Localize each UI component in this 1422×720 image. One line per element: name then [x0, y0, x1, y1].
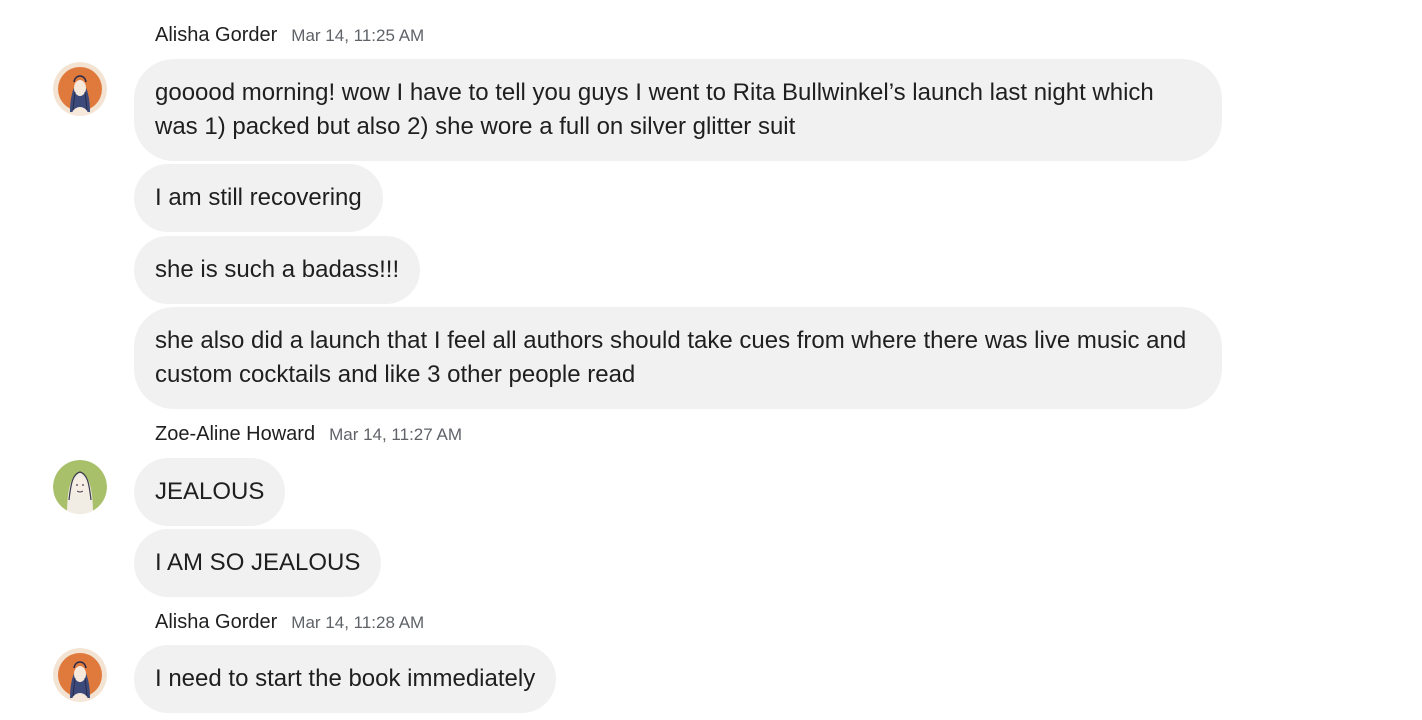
message-text: she is such a badass!!! [155, 256, 400, 283]
message-timestamp: Mar 14, 11:28 AM [291, 613, 425, 632]
sender-name[interactable]: Alisha Gorder [155, 24, 277, 47]
message-text: gooood morning! wow I have to tell you g… [155, 79, 1154, 140]
message-text: I need to start the book immediately [155, 665, 536, 692]
sender-name[interactable]: Zoe-Aline Howard [155, 423, 315, 446]
avatar[interactable] [53, 648, 107, 702]
message-text: JEALOUS [155, 478, 265, 505]
message-bubble[interactable]: I AM SO JEALOUS [134, 529, 382, 597]
message-text: I am still recovering [155, 184, 362, 211]
avatar[interactable] [53, 62, 107, 116]
message-text: I AM SO JEALOUS [155, 549, 361, 576]
message-bubble[interactable]: gooood morning! wow I have to tell you g… [134, 59, 1222, 161]
message-header: Alisha Gorder Mar 14, 11:28 AM [155, 611, 424, 634]
sender-name[interactable]: Alisha Gorder [155, 611, 277, 634]
message-bubble[interactable]: she is such a badass!!! [134, 236, 421, 304]
message-timestamp: Mar 14, 11:27 AM [329, 425, 462, 444]
message-header: Zoe-Aline Howard Mar 14, 11:27 AM [155, 423, 462, 446]
message-text: she also did a launch that I feel all au… [155, 327, 1187, 388]
avatar-zoe-icon [53, 460, 107, 514]
avatar[interactable] [53, 460, 107, 514]
message-bubble[interactable]: I am still recovering [134, 164, 383, 232]
avatar-alisha-icon [53, 648, 107, 702]
avatar-alisha-icon [53, 62, 107, 116]
message-header: Alisha Gorder Mar 14, 11:25 AM [155, 24, 424, 47]
message-bubble[interactable]: she also did a launch that I feel all au… [134, 307, 1222, 409]
message-timestamp: Mar 14, 11:25 AM [291, 26, 425, 45]
message-bubble[interactable]: JEALOUS [134, 458, 286, 526]
message-bubble[interactable]: I need to start the book immediately [134, 645, 557, 713]
chat-thread: Alisha Gorder Mar 14, 11:25 AM gooood mo… [0, 0, 1422, 720]
